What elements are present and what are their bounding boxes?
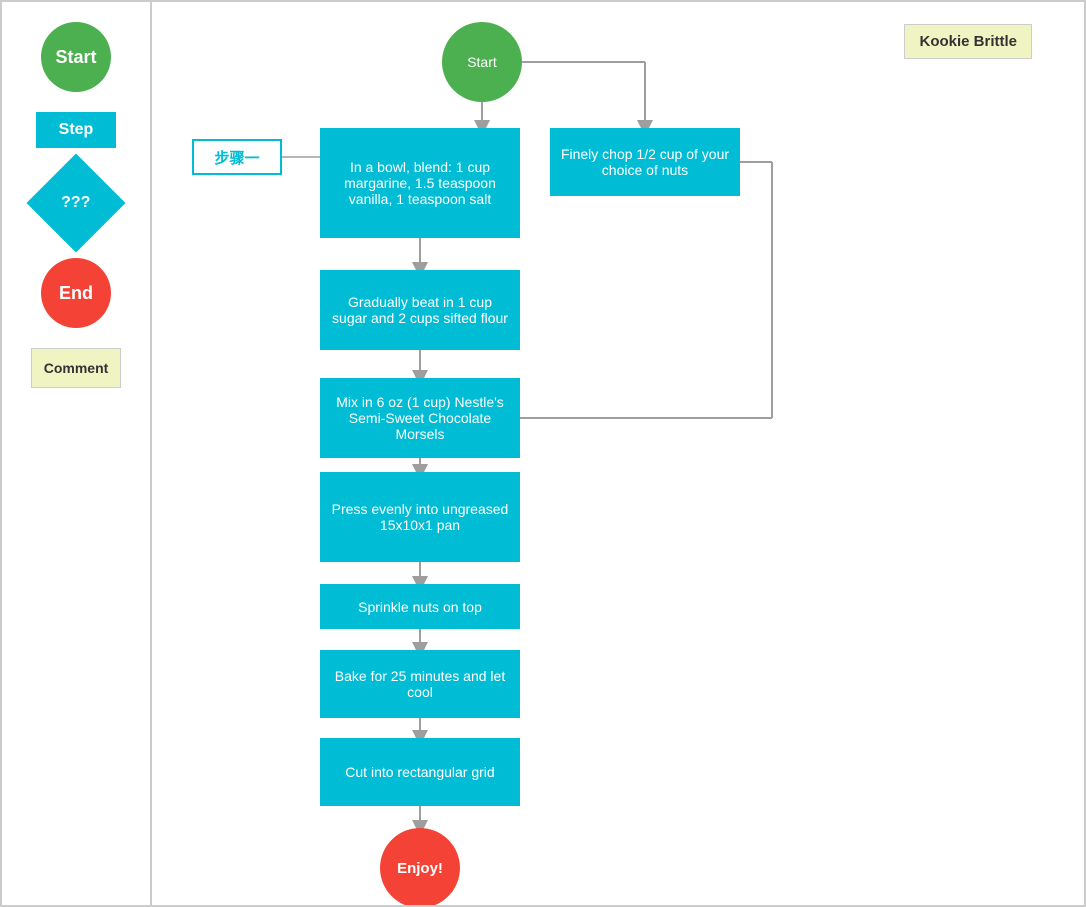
flowchart-title: Kookie Brittle (904, 24, 1032, 59)
sidebar-start-node[interactable]: Start (41, 22, 111, 92)
sidebar-comment-label: Comment (44, 360, 109, 376)
main-canvas: Kookie Brittle Start 步骤一 In a bowl, blen… (152, 2, 1084, 905)
step-chop-nuts[interactable]: Finely chop 1/2 cup of your choice of nu… (550, 128, 740, 196)
step-mix-chocolate-text: Mix in 6 oz (1 cup) Nestle's Semi-Sweet … (330, 394, 510, 442)
step-bake[interactable]: Bake for 25 minutes and let cool (320, 650, 520, 718)
step-beat-sugar-text: Gradually beat in 1 cup sugar and 2 cups… (330, 294, 510, 326)
start-label: Start (467, 54, 497, 70)
step-mix-chocolate[interactable]: Mix in 6 oz (1 cup) Nestle's Semi-Sweet … (320, 378, 520, 458)
step-cut-grid-text: Cut into rectangular grid (345, 764, 494, 780)
step-blend-bowl-text: In a bowl, blend: 1 cup margarine, 1.5 t… (330, 159, 510, 207)
end-node[interactable]: Enjoy! (380, 828, 460, 905)
sidebar: Start Step ??? End Comment (2, 2, 152, 905)
step-sprinkle-nuts[interactable]: Sprinkle nuts on top (320, 584, 520, 629)
start-node[interactable]: Start (442, 22, 522, 102)
flowchart: Kookie Brittle Start 步骤一 In a bowl, blen… (152, 2, 1084, 892)
step-blend-bowl[interactable]: In a bowl, blend: 1 cup margarine, 1.5 t… (320, 128, 520, 238)
step-beat-sugar[interactable]: Gradually beat in 1 cup sugar and 2 cups… (320, 270, 520, 350)
end-label: Enjoy! (397, 860, 443, 877)
sidebar-decision-label: ??? (61, 194, 90, 212)
step-press-pan[interactable]: Press evenly into ungreased 15x10x1 pan (320, 472, 520, 562)
sidebar-comment-node[interactable]: Comment (31, 348, 121, 388)
sidebar-end-node[interactable]: End (41, 258, 111, 328)
sidebar-step-node[interactable]: Step (36, 112, 116, 148)
sidebar-start-label: Start (55, 47, 96, 68)
sidebar-end-label: End (59, 283, 93, 304)
chinese-step-label[interactable]: 步骤一 (192, 139, 282, 175)
step-sprinkle-nuts-text: Sprinkle nuts on top (358, 599, 482, 615)
sidebar-step-label: Step (59, 121, 94, 139)
sidebar-decision-node[interactable]: ??? (27, 154, 126, 253)
step-chop-nuts-text: Finely chop 1/2 cup of your choice of nu… (560, 146, 730, 178)
step-press-pan-text: Press evenly into ungreased 15x10x1 pan (330, 501, 510, 533)
step-cut-grid[interactable]: Cut into rectangular grid (320, 738, 520, 806)
step-bake-text: Bake for 25 minutes and let cool (330, 668, 510, 700)
